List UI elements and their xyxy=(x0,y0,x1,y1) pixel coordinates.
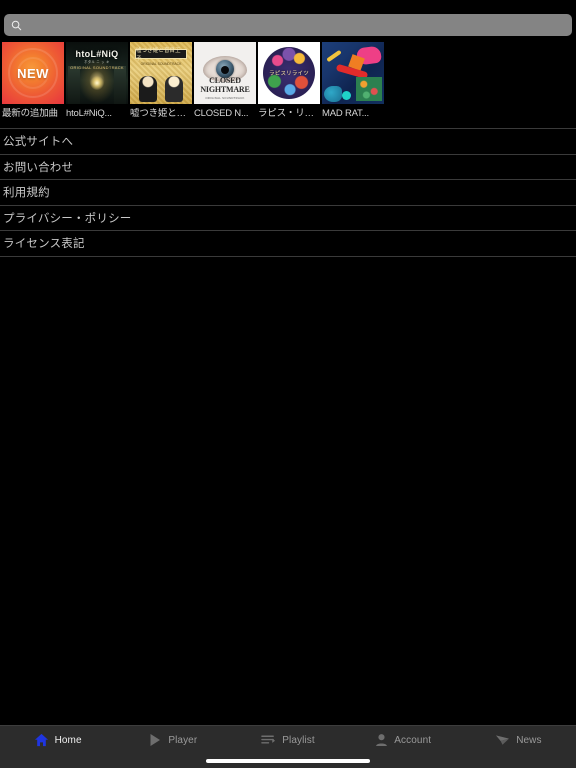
home-indicator xyxy=(206,759,370,763)
tab-label-playlist: Playlist xyxy=(282,734,315,746)
cover-character-dark xyxy=(139,76,157,102)
play-triangle-icon xyxy=(148,733,162,747)
cover-shape-green xyxy=(356,77,382,101)
album-item-mad-rat[interactable]: MAD RAT... xyxy=(322,42,384,120)
cover-shape-cyan xyxy=(342,91,351,100)
album-shelf[interactable]: NEW 最新の追加曲 htoL#NiQ ホタル ニ ッ キ ORIGINAL S… xyxy=(0,36,576,120)
menu-item-label: プライバシー・ポリシー xyxy=(3,212,132,225)
tab-news[interactable]: News xyxy=(461,733,576,747)
album-label: 最新の追加曲 xyxy=(2,108,58,119)
album-cover-lapis: ラピスリライツ xyxy=(258,42,320,104)
search-icon xyxy=(11,20,22,31)
cover-title-text: htoL#NiQ xyxy=(75,49,119,59)
tab-home[interactable]: Home xyxy=(0,733,115,747)
menu-item-label: 公式サイトへ xyxy=(3,136,74,149)
menu-item-label: 利用規約 xyxy=(3,187,50,200)
album-item-new[interactable]: NEW 最新の追加曲 xyxy=(2,42,64,120)
cover-subtitle-text: ホタル ニ ッ キ xyxy=(84,60,110,64)
menu-item-contact[interactable]: お問い合わせ xyxy=(0,155,576,180)
menu-item-label: お問い合わせ xyxy=(3,161,74,174)
cover-eye-pupil xyxy=(221,66,229,74)
album-cover-usotsuki: 嘘つき姫と盲目王子 ORIGINAL SOUNDTRACK xyxy=(130,42,192,104)
album-cover-new: NEW xyxy=(2,42,64,104)
cover-decoration-right xyxy=(114,66,126,104)
cover-shape-teal xyxy=(324,86,342,102)
album-cover-mad-rat xyxy=(322,42,384,104)
menu-item-license[interactable]: ライセンス表記 xyxy=(0,231,576,257)
tab-playlist[interactable]: Playlist xyxy=(230,733,345,747)
paper-plane-icon xyxy=(495,733,510,747)
album-label: 嘘つき姫と… xyxy=(130,108,186,119)
playlist-lines-icon xyxy=(261,733,276,747)
search-field[interactable] xyxy=(4,14,572,36)
menu-item-official-site[interactable]: 公式サイトへ xyxy=(0,129,576,155)
person-icon xyxy=(375,733,388,747)
album-item-lapis[interactable]: ラピスリライツ ラピス・リ… xyxy=(258,42,320,120)
album-item-closed-nightmare[interactable]: CLOSED NIGHTMARE ORIGINAL SOUNDTRACK CLO… xyxy=(194,42,256,120)
album-cover-closed-nightmare: CLOSED NIGHTMARE ORIGINAL SOUNDTRACK xyxy=(194,42,256,104)
album-label: ラピス・リ… xyxy=(258,108,314,119)
cover-title-text: ラピスリライツ xyxy=(269,71,309,78)
cover-title-text: 嘘つき姫と盲目王子 xyxy=(135,48,187,62)
album-label: MAD RAT... xyxy=(322,108,369,119)
album-item-usotsuki[interactable]: 嘘つき姫と盲目王子 ORIGINAL SOUNDTRACK 嘘つき姫と… xyxy=(130,42,192,120)
menu-list: 公式サイトへ お問い合わせ 利用規約 プライバシー・ポリシー ライセンス表記 xyxy=(0,128,576,257)
tab-label-home: Home xyxy=(54,734,82,746)
cover-glow xyxy=(90,76,104,91)
tab-account[interactable]: Account xyxy=(346,733,461,747)
cover-character-light xyxy=(165,76,183,102)
tab-label-player: Player xyxy=(168,734,198,746)
album-label: htoL#NiQ... xyxy=(66,108,112,119)
tab-label-account: Account xyxy=(394,734,432,746)
album-label: CLOSED N... xyxy=(194,108,249,119)
album-item-htol[interactable]: htoL#NiQ ホタル ニ ッ キ ORIGINAL SOUNDTRACK h… xyxy=(66,42,128,120)
search-input[interactable] xyxy=(28,14,565,36)
menu-item-terms[interactable]: 利用規約 xyxy=(0,180,576,206)
cover-title-text: CLOSED NIGHTMARE xyxy=(200,76,250,94)
menu-item-label: ライセンス表記 xyxy=(3,238,85,251)
album-cover-htol: htoL#NiQ ホタル ニ ッ キ ORIGINAL SOUNDTRACK xyxy=(66,42,128,104)
cover-decoration-left xyxy=(68,66,80,104)
home-icon xyxy=(34,733,49,747)
cover-shape-yellow xyxy=(326,49,342,63)
cover-subtitle-text: ORIGINAL SOUNDTRACK xyxy=(140,62,182,66)
tab-label-news: News xyxy=(516,734,542,746)
menu-item-privacy-policy[interactable]: プライバシー・ポリシー xyxy=(0,206,576,231)
tab-player[interactable]: Player xyxy=(115,733,230,747)
app-root: NEW 最新の追加曲 htoL#NiQ ホタル ニ ッ キ ORIGINAL S… xyxy=(0,0,576,768)
cover-subtitle-text: ORIGINAL SOUNDTRACK xyxy=(205,96,245,100)
cover-subtitle2-text: ORIGINAL SOUNDTRACK xyxy=(70,65,124,70)
search-bar-container xyxy=(0,0,576,36)
new-badge-text: NEW xyxy=(17,65,49,81)
